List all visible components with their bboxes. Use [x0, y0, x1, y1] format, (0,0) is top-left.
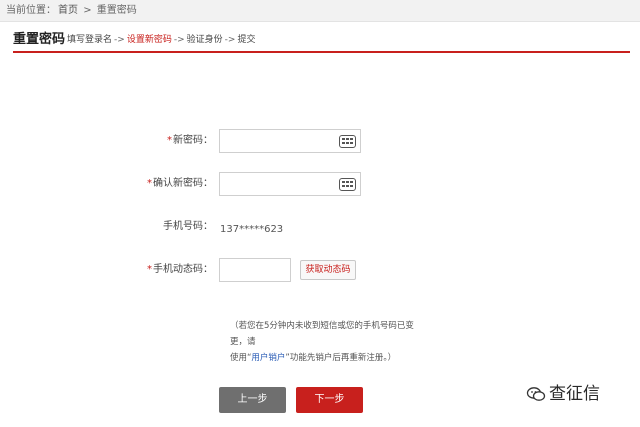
keyboard-icon[interactable]	[339, 178, 356, 191]
breadcrumb-prefix: 当前位置：	[6, 5, 56, 16]
phone-label: 手机号码：	[163, 221, 213, 232]
notice-line-1: （若您在5分钟内未收到短信或您的手机号码已变更，请	[230, 321, 414, 347]
step-header: 重置密码 填写登录名 -> 设置新密码 -> 验证身份 -> 提交	[13, 31, 630, 53]
step-indicator: 填写登录名 -> 设置新密码 -> 验证身份 -> 提交	[67, 34, 255, 46]
step-arrow: ->	[224, 35, 236, 45]
notice-line-2: 使用“用户销户”功能先销户后再重新注册。）	[230, 353, 397, 363]
required-star: *	[147, 178, 152, 189]
page-title: 重置密码	[13, 32, 66, 47]
breadcrumb-current: 重置密码	[96, 5, 137, 16]
get-sms-code-button[interactable]: 获取动态码	[300, 260, 356, 280]
watermark-text: 查征信	[549, 384, 600, 404]
step-submit: 提交	[237, 35, 256, 45]
step-set-new-password: 设置新密码	[126, 35, 172, 45]
sms-code-label: *手机动态码：	[147, 264, 213, 275]
step-verify-identity: 验证身份	[186, 35, 223, 45]
confirm-password-field[interactable]	[219, 172, 361, 196]
keyboard-icon[interactable]	[339, 135, 356, 148]
previous-step-button[interactable]: 上一步	[219, 387, 286, 413]
new-password-field[interactable]	[219, 129, 361, 153]
step-enter-username: 填写登录名	[67, 35, 113, 45]
sms-code-field[interactable]	[219, 258, 291, 282]
breadcrumb: 当前位置： 首页 > 重置密码	[0, 0, 640, 22]
next-step-button[interactable]: 下一步	[296, 387, 363, 413]
breadcrumb-separator: >	[83, 5, 92, 16]
step-arrow: ->	[114, 35, 125, 45]
sms-notice: （若您在5分钟内未收到短信或您的手机号码已变更，请 使用“用户销户”功能先销户后…	[230, 318, 430, 366]
user-cancel-link[interactable]: 用户销户	[251, 353, 285, 363]
confirm-password-label: *确认新密码：	[147, 178, 213, 189]
phone-value: 137*****623	[220, 224, 284, 235]
required-star: *	[167, 135, 172, 146]
wechat-icon	[526, 387, 546, 401]
required-star: *	[147, 264, 152, 275]
step-arrow: ->	[173, 35, 185, 45]
new-password-label: *新密码：	[167, 135, 213, 146]
watermark: 查征信	[526, 380, 600, 408]
breadcrumb-home-link[interactable]: 首页	[58, 5, 78, 16]
